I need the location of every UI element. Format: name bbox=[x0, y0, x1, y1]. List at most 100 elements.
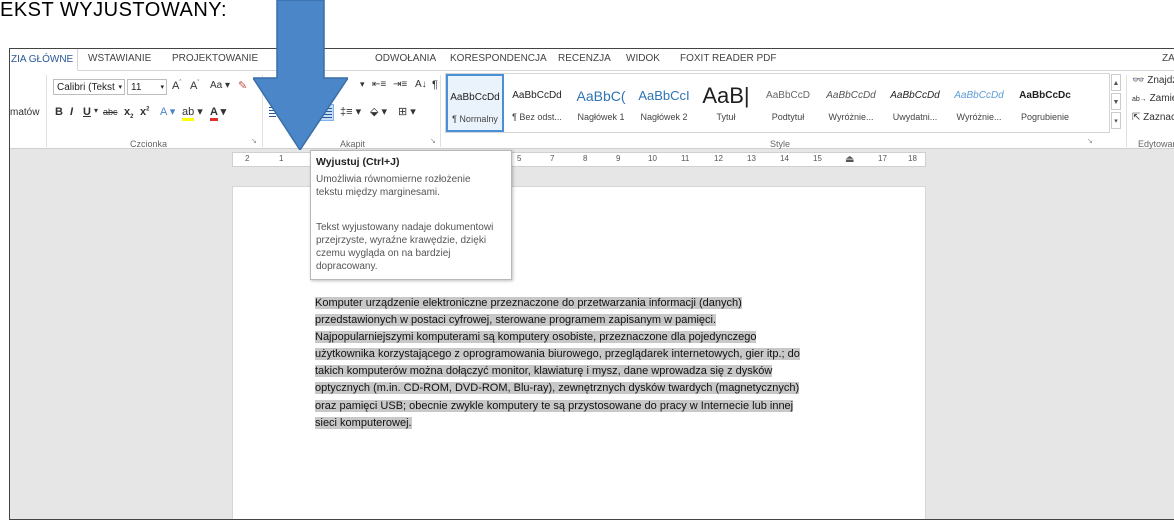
find-button[interactable]: 👓 Znajdź ▾ bbox=[1132, 75, 1174, 86]
tab-design[interactable]: PROJEKTOWANIE bbox=[172, 53, 258, 64]
ruler-tick: 14 bbox=[780, 154, 789, 163]
justify-tooltip: Wyjustuj (Ctrl+J) Umożliwia równomierne … bbox=[310, 150, 512, 280]
select-label: Zaznacz bbox=[1143, 112, 1174, 123]
ruler-tick: 8 bbox=[583, 154, 588, 163]
ruler-tick: 13 bbox=[747, 154, 756, 163]
binoculars-icon: 👓 bbox=[1132, 75, 1145, 86]
chevron-down-icon[interactable]: ▾ bbox=[94, 106, 98, 115]
superscript-icon[interactable]: x2 bbox=[140, 106, 149, 118]
style-strong[interactable]: AaBbCcDc Pogrubienie bbox=[1012, 74, 1078, 132]
chevron-down-icon[interactable]: ▾ bbox=[118, 80, 122, 96]
grow-font-icon[interactable]: Aˆ bbox=[172, 80, 181, 92]
chevron-down-icon[interactable]: ▾ bbox=[360, 79, 365, 90]
strikethrough-icon[interactable]: abc bbox=[103, 107, 118, 117]
style-subtitle[interactable]: AaBbCcD Podtytuł bbox=[758, 74, 818, 132]
paragraph-line: oraz pamięci USB; obecnie zwykle kompute… bbox=[315, 399, 794, 412]
style-name: Wyróżnie... bbox=[956, 112, 1002, 122]
dialog-launcher-icon[interactable]: ↘ bbox=[430, 137, 436, 145]
sort-icon[interactable]: A↓ bbox=[415, 79, 427, 90]
select-button[interactable]: ⇱ Zaznacz ▾ bbox=[1132, 112, 1174, 123]
chevron-up-icon[interactable]: ▲ bbox=[1111, 74, 1121, 91]
style-no-spacing[interactable]: AaBbCcDd ¶ Bez odst... bbox=[506, 74, 568, 132]
underline-icon[interactable]: U bbox=[83, 106, 91, 118]
tab-home[interactable]: ZIA GŁÓWNE bbox=[10, 49, 79, 71]
style-subtle-emphasis[interactable]: AaBbCcDd Wyróżnie... bbox=[820, 74, 882, 132]
paragraph-line: Komputer urządzenie elektroniczne przezn… bbox=[315, 297, 742, 309]
style-sample: AaBbC( bbox=[576, 88, 626, 104]
style-sample: AaB| bbox=[702, 83, 750, 108]
borders-icon[interactable]: ⊞ ▾ bbox=[398, 105, 416, 118]
font-color-icon[interactable]: A ▾ bbox=[210, 105, 226, 121]
group-label-editing: Edytowanie bbox=[1138, 139, 1174, 149]
ruler-tick: 7 bbox=[550, 154, 555, 163]
style-sample: AaBbCcDc bbox=[1019, 90, 1071, 101]
ribbon: matów Calibri (Tekst ▾ 11 ▾ Aˆ Aˇ Aa ▾ ✎… bbox=[10, 71, 1174, 149]
ruler-tick: 10 bbox=[648, 154, 657, 163]
replace-label: Zamień bbox=[1149, 93, 1174, 104]
tab-partial[interactable]: ZA bbox=[1162, 53, 1174, 64]
style-name: Nagłówek 1 bbox=[577, 112, 625, 122]
group-separator bbox=[440, 75, 441, 147]
arrow-down-icon bbox=[253, 0, 348, 150]
ruler-tick: 18 bbox=[908, 154, 917, 163]
tab-mailings[interactable]: KORESPONDENCJA bbox=[450, 53, 547, 64]
style-heading-2[interactable]: AaBbCcI Nagłówek 2 bbox=[634, 74, 694, 132]
style-sample: AaBbCcDd bbox=[890, 90, 940, 101]
bold-icon[interactable]: B bbox=[55, 106, 63, 118]
increase-indent-icon[interactable]: ⇥≡ bbox=[393, 79, 407, 90]
font-size-value: 11 bbox=[131, 82, 142, 93]
styles-gallery: AaBbCcDd ¶ Normalny AaBbCcDd ¶ Bez odst.… bbox=[445, 73, 1110, 133]
subscript-icon[interactable]: x2 bbox=[124, 106, 133, 120]
document-area: Komputer urządzenie elektroniczne przezn… bbox=[10, 167, 1174, 519]
word-window: ZIA GŁÓWNE WSTAWIANIE PROJEKTOWANIE ODWO… bbox=[9, 48, 1174, 520]
clear-format-icon[interactable]: ✎ bbox=[238, 79, 247, 92]
shading-icon[interactable]: ⬙ ▾ bbox=[370, 105, 387, 118]
tab-foxit[interactable]: FOXIT READER PDF bbox=[680, 53, 777, 64]
indent-marker-icon[interactable]: ⏏ bbox=[845, 154, 854, 165]
style-sample: AaBbCcI bbox=[638, 88, 690, 103]
tab-references[interactable]: ODWOŁANIA bbox=[375, 53, 436, 64]
cursor-icon: ⇱ bbox=[1132, 112, 1141, 123]
text-effects-icon[interactable]: A ▾ bbox=[160, 105, 175, 118]
style-emphasis[interactable]: AaBbCcDd Uwydatni... bbox=[884, 74, 946, 132]
decrease-indent-icon[interactable]: ⇤≡ bbox=[372, 79, 386, 90]
tooltip-title: Wyjustuj (Ctrl+J) bbox=[316, 156, 400, 168]
font-name-combo[interactable]: Calibri (Tekst ▾ bbox=[53, 79, 125, 95]
shrink-font-icon[interactable]: Aˇ bbox=[190, 80, 199, 92]
more-icon[interactable]: ▾ bbox=[1111, 112, 1121, 129]
style-normal[interactable]: AaBbCcDd ¶ Normalny bbox=[446, 74, 504, 132]
paragraph-line: przedstawionych w postaci cyfrowej, ster… bbox=[315, 314, 717, 327]
clipboard-format-label[interactable]: matów bbox=[10, 107, 39, 118]
ruler-tick: 15 bbox=[813, 154, 822, 163]
chevron-down-icon[interactable]: ▾ bbox=[160, 80, 164, 96]
style-intense-emphasis[interactable]: AaBbCcDd Wyróżnie... bbox=[948, 74, 1010, 132]
tab-review[interactable]: RECENZJA bbox=[558, 53, 611, 64]
selected-paragraph[interactable]: Komputer urządzenie elektroniczne przezn… bbox=[315, 295, 840, 432]
highlight-color-icon[interactable]: ab ▾ bbox=[182, 105, 203, 121]
paragraph-line: sieci komputerowej. bbox=[315, 416, 412, 429]
ruler-area: 2 1 ⏏ 5 7 8 9 10 11 12 13 14 15 ⏏ 17 18 bbox=[10, 149, 1174, 167]
show-marks-icon[interactable]: ¶ bbox=[432, 79, 438, 91]
italic-icon[interactable]: I bbox=[70, 106, 73, 118]
ruler-tick: 2 bbox=[245, 154, 250, 163]
group-label-styles: Style bbox=[770, 139, 791, 149]
paragraph-line: optycznych (m.in. CD-ROM, DVD-ROM, Blu-r… bbox=[315, 382, 800, 395]
styles-scroll[interactable]: ▲ ▼ ▾ bbox=[1111, 74, 1121, 132]
style-heading-1[interactable]: AaBbC( Nagłówek 1 bbox=[570, 74, 632, 132]
font-size-combo[interactable]: 11 ▾ bbox=[127, 79, 167, 95]
chevron-down-icon[interactable]: ▼ bbox=[1111, 93, 1121, 110]
ruler-tick: 9 bbox=[616, 154, 621, 163]
paragraph-line: takich komputerów można dołączyć monitor… bbox=[315, 365, 773, 378]
style-sample: AaBbCcDd bbox=[450, 92, 500, 103]
ruler-tick: 11 bbox=[681, 154, 690, 163]
change-case-icon[interactable]: Aa ▾ bbox=[210, 80, 230, 91]
tab-insert[interactable]: WSTAWIANIE bbox=[88, 53, 151, 64]
replace-button[interactable]: ab→ Zamień bbox=[1132, 93, 1174, 104]
tab-view[interactable]: WIDOK bbox=[626, 53, 660, 64]
dialog-launcher-icon[interactable]: ↘ bbox=[1087, 137, 1093, 145]
paragraph-line: Najpopularniejszymi komputerami są kompu… bbox=[315, 331, 757, 344]
style-name: Wyróżnie... bbox=[828, 112, 874, 122]
ruler-tick: 12 bbox=[714, 154, 723, 163]
ruler-tick: 5 bbox=[517, 154, 522, 163]
style-title[interactable]: AaB| Tytuł bbox=[696, 74, 756, 132]
